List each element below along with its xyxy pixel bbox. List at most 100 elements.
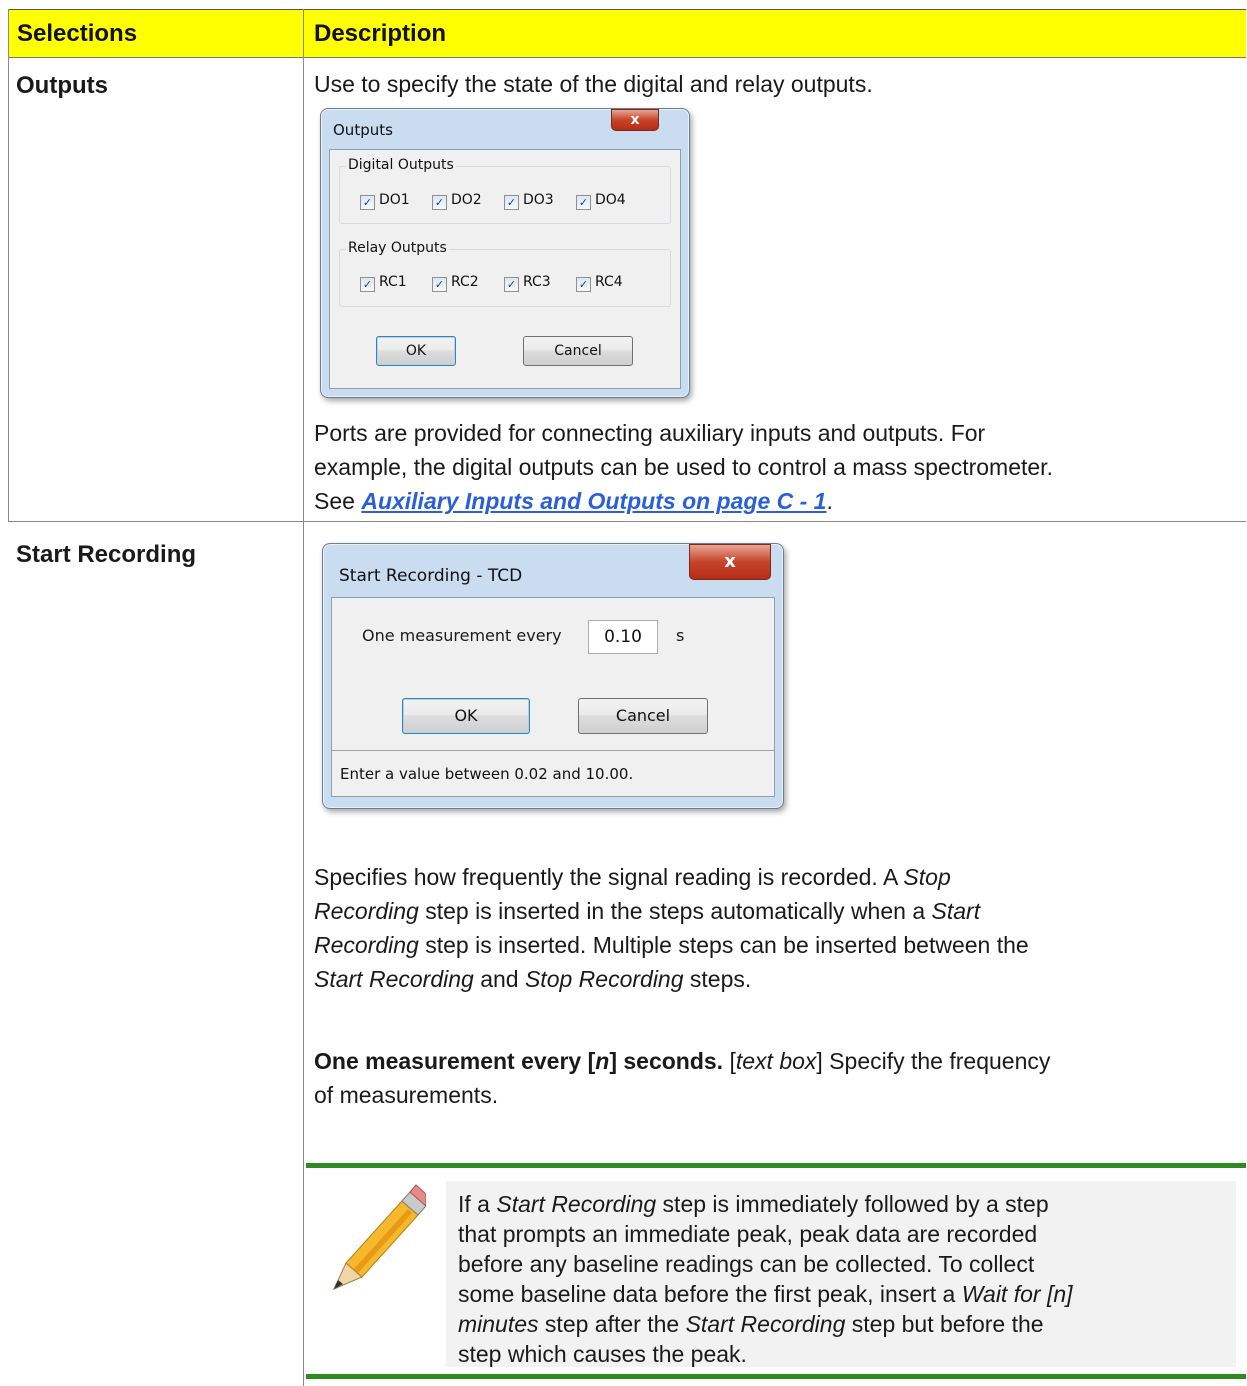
note-bottom-bar: [306, 1374, 1246, 1379]
text: step after the: [538, 1311, 686, 1337]
term-bold: ] seconds.: [609, 1048, 724, 1074]
term-bold: One measurement every [: [314, 1048, 596, 1074]
dialog-body: Digital Outputs ✓ DO1 ✓ DO2 ✓ DO3 ✓ DO4 Rela…: [329, 149, 681, 389]
checkbox-rc1[interactable]: ✓ RC1: [360, 274, 407, 292]
checkbox-do4[interactable]: ✓ DO4: [576, 192, 626, 210]
table-left-border: [8, 9, 9, 522]
recording-desc-line1: Specifies how frequently the signal read…: [314, 862, 951, 892]
note-line3: before any baseline readings can be coll…: [458, 1251, 1035, 1277]
stop-recording-term: Stop Recording: [524, 966, 684, 992]
header-description: Description: [314, 20, 447, 47]
checkbox-label: RC3: [523, 274, 551, 290]
checkbox-rc2[interactable]: ✓ RC2: [432, 274, 479, 292]
checkbox-label: DO2: [451, 192, 482, 208]
wait-term: Wait for [n]: [961, 1281, 1073, 1307]
row-label-outputs: Outputs: [16, 72, 108, 99]
text: step is inserted. Multiple steps can be …: [418, 932, 1029, 958]
note-text: If a Start Recording step is immediately…: [446, 1181, 1236, 1367]
checkbox-do2[interactable]: ✓ DO2: [432, 192, 482, 210]
recording-desc-line4: Start Recording and Stop Recording steps…: [314, 964, 751, 994]
cancel-button[interactable]: Cancel: [578, 698, 708, 734]
checkbox-label: DO3: [523, 192, 554, 208]
text: [: [723, 1048, 736, 1074]
digital-outputs-label: Digital Outputs: [346, 157, 456, 173]
start-recording-dialog: Start Recording - TCD x One measurement …: [322, 543, 784, 809]
checkbox-do1[interactable]: ✓ DO1: [360, 192, 410, 210]
text: step is immediately followed by a step: [656, 1191, 1049, 1217]
dialog-title: Start Recording - TCD: [339, 566, 523, 586]
recording-desc-line3: Recording step is inserted. Multiple ste…: [314, 930, 1029, 960]
column-divider: [303, 9, 304, 1386]
text: steps.: [683, 966, 752, 992]
note-callout: If a Start Recording step is immediately…: [306, 1163, 1246, 1379]
checkmark-icon: ✓: [432, 195, 447, 210]
selections-table: Selections Description: [8, 9, 1246, 58]
note-line5: minutes step after the Start Recording s…: [458, 1309, 1044, 1339]
checkbox-rc4[interactable]: ✓ RC4: [576, 274, 623, 292]
text: some baseline data before the first peak…: [458, 1281, 962, 1307]
measurement-desc-line1: One measurement every [n] seconds. [text…: [314, 1046, 1050, 1076]
text: and: [473, 966, 525, 992]
pencil-icon: [333, 1184, 426, 1290]
ok-button[interactable]: OK: [376, 336, 456, 366]
unit-label: s: [676, 626, 685, 645]
outputs-para-line2: example, the digital outputs can be used…: [314, 454, 1053, 480]
checkbox-do3[interactable]: ✓ DO3: [504, 192, 554, 210]
close-icon[interactable]: x: [611, 109, 659, 131]
checkbox-label: RC2: [451, 274, 479, 290]
note-line4: some baseline data before the first peak…: [458, 1279, 1073, 1309]
ok-button[interactable]: OK: [402, 698, 530, 734]
checkbox-label: RC4: [595, 274, 623, 290]
outputs-dialog: Outputs x Digital Outputs ✓ DO1 ✓ DO2 ✓ DO3…: [320, 108, 690, 398]
start-recording-term: Start Recording: [314, 966, 474, 992]
checkmark-icon: ✓: [504, 195, 519, 210]
text: If a: [458, 1191, 497, 1217]
outputs-intro: Use to specify the state of the digital …: [314, 71, 873, 97]
text: step is inserted in the steps automatica…: [418, 898, 932, 924]
see-text: See: [314, 488, 362, 514]
minutes-term: minutes: [458, 1311, 539, 1337]
note-top-bar: [306, 1163, 1246, 1168]
start-term: Start: [931, 898, 981, 924]
checkmark-icon: ✓: [432, 277, 447, 292]
row-label-start-recording: Start Recording: [16, 541, 197, 568]
aux-io-link[interactable]: Auxiliary Inputs and Outputs on page C -…: [361, 488, 826, 514]
checkbox-label: RC1: [379, 274, 407, 290]
close-icon[interactable]: x: [689, 544, 771, 580]
recording-term: Recording: [314, 898, 419, 924]
text: ] Specify the frequency: [816, 1048, 1051, 1074]
cancel-button[interactable]: Cancel: [523, 336, 633, 366]
measurement-interval-input[interactable]: 0.10: [588, 620, 658, 654]
outputs-para-line1: Ports are provided for connecting auxili…: [314, 420, 986, 446]
text-box-term: text box: [735, 1048, 817, 1074]
header-selections: Selections: [8, 10, 307, 57]
period: .: [826, 488, 833, 514]
checkbox-label: DO4: [595, 192, 626, 208]
checkmark-icon: ✓: [360, 277, 375, 292]
dialog-title: Outputs: [333, 121, 393, 139]
start-recording-term: Start Recording: [685, 1311, 846, 1337]
note-line6: step which causes the peak.: [458, 1341, 747, 1367]
checkmark-icon: ✓: [576, 195, 591, 210]
checkmark-icon: ✓: [576, 277, 591, 292]
checkbox-rc3[interactable]: ✓ RC3: [504, 274, 551, 292]
start-recording-term: Start Recording: [496, 1191, 657, 1217]
note-line2: that prompts an immediate peak, peak dat…: [458, 1221, 1038, 1247]
recording-term: Recording: [314, 932, 419, 958]
recording-desc-line2: Recording step is inserted in the steps …: [314, 896, 980, 926]
relay-outputs-label: Relay Outputs: [346, 240, 449, 256]
checkbox-label: DO1: [379, 192, 410, 208]
outputs-para-line3: See Auxiliary Inputs and Outputs on page…: [314, 486, 833, 516]
note-line1: If a Start Recording step is immediately…: [458, 1189, 1049, 1219]
dialog-body: One measurement every 0.10 s OK Cancel E…: [331, 597, 775, 797]
stop-term: Stop: [903, 864, 951, 890]
measurement-desc-line2: of measurements.: [314, 1082, 499, 1108]
measurement-label: One measurement every: [362, 626, 562, 645]
text: Specifies how frequently the signal read…: [314, 864, 904, 890]
table-header: Selections Description: [8, 9, 1246, 58]
status-bar: Enter a value between 0.02 and 10.00.: [332, 750, 774, 796]
term-n: n: [595, 1048, 610, 1074]
row-separator: [8, 521, 1246, 522]
checkmark-icon: ✓: [360, 195, 375, 210]
text: step but before the: [845, 1311, 1044, 1337]
